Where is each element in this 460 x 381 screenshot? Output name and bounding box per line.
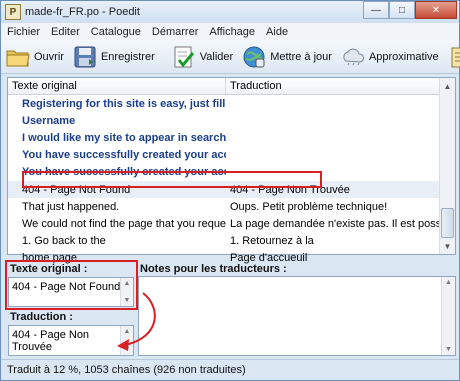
selected-row-highlight	[22, 171, 322, 188]
notes-scrollbar[interactable]: ▲ ▼	[441, 277, 455, 355]
scrollbar-thumb[interactable]	[441, 208, 454, 238]
list-row[interactable]: Username	[8, 112, 440, 129]
original-label: Texte original :	[10, 263, 88, 275]
comment-notepad-icon	[447, 44, 460, 70]
translation-text-value: 404 - Page Non Trouvée	[12, 329, 90, 353]
close-button[interactable]: ✕	[415, 1, 457, 19]
translation-text-scrollbar[interactable]: ▲ ▼	[120, 326, 133, 355]
open-folder-icon	[5, 44, 31, 70]
row-original: 1. Go back to the	[22, 235, 106, 248]
save-button[interactable]: Enregistrer	[68, 42, 159, 72]
update-globe-icon	[241, 44, 267, 70]
validate-button-label: Valider	[199, 50, 234, 63]
scroll-up-icon[interactable]: ▲	[124, 280, 131, 287]
menu-affichage[interactable]: Affichage	[209, 26, 255, 38]
window-controls: — □ ✕	[363, 1, 457, 19]
list-header: Texte original Traduction	[8, 78, 440, 95]
menu-aide[interactable]: Aide	[266, 26, 288, 38]
menu-demarrer[interactable]: Démarrer	[152, 26, 198, 38]
notes-label: Notes pour les traducteurs :	[140, 263, 287, 275]
scroll-down-icon[interactable]: ▼	[440, 238, 455, 254]
notes-text-box[interactable]: ▲ ▼	[138, 276, 456, 356]
scroll-down-icon[interactable]: ▼	[124, 297, 131, 304]
title-bar[interactable]: P made-fr_FR.po - Poedit — □ ✕	[1, 1, 459, 23]
poedit-window: P made-fr_FR.po - Poedit — □ ✕ Fichier E…	[0, 0, 460, 381]
scroll-up-icon[interactable]: ▲	[124, 328, 131, 335]
comment-button[interactable]	[443, 42, 460, 72]
list-row[interactable]: 1. Go back to the 1. Retournez à la	[8, 233, 440, 250]
row-original: Registering for this site is easy, just …	[22, 97, 226, 110]
row-original: I would like my site to appear in search…	[22, 131, 226, 144]
row-original: We could not find the page that you requ…	[22, 217, 226, 230]
row-original: Username	[22, 114, 76, 127]
minimize-button[interactable]: —	[363, 1, 389, 19]
row-original: You have successfully created your accou…	[22, 149, 226, 162]
save-disk-icon	[72, 44, 98, 70]
row-translation: La page demandée n'existe pas. Il est po…	[230, 217, 440, 230]
open-button[interactable]: Ouvrir	[1, 42, 68, 72]
list-scrollbar[interactable]: ▲ ▼	[439, 78, 455, 254]
toolbar: Ouvrir Enregistrer Valider Mettre à jour	[1, 40, 460, 74]
menu-fichier[interactable]: Fichier	[7, 26, 40, 38]
open-button-label: Ouvrir	[34, 50, 64, 63]
list-row[interactable]: Registering for this site is easy, just …	[8, 95, 440, 112]
column-header-original[interactable]: Texte original	[8, 78, 226, 94]
fuzzy-button[interactable]: Approximative	[336, 42, 443, 72]
original-text-scrollbar[interactable]: ▲ ▼	[120, 278, 133, 306]
menu-catalogue[interactable]: Catalogue	[91, 26, 141, 38]
translation-text-box[interactable]: 404 - Page Non Trouvée ▲ ▼	[8, 325, 134, 356]
scroll-down-icon[interactable]: ▼	[445, 346, 452, 353]
row-translation: Oups. Petit problème technique!	[230, 200, 388, 213]
update-button-label: Mettre à jour	[270, 50, 332, 63]
fuzzy-cloud-icon	[340, 44, 366, 70]
list-row[interactable]: We could not find the page that you requ…	[8, 215, 440, 232]
row-translation: 1. Retournez à la	[230, 235, 314, 248]
strings-list[interactable]: Texte original Traduction Registering fo…	[7, 77, 456, 264]
update-button[interactable]: Mettre à jour	[237, 42, 336, 72]
list-row[interactable]: I would like my site to appear in search…	[8, 129, 440, 146]
scroll-up-icon[interactable]: ▲	[440, 78, 455, 94]
fuzzy-button-label: Approximative	[368, 50, 439, 63]
scroll-down-icon[interactable]: ▼	[124, 346, 131, 353]
menu-bar: Fichier Editer Catalogue Démarrer Affich…	[1, 23, 459, 40]
validate-button[interactable]: Valider	[167, 42, 237, 72]
save-button-label: Enregistrer	[100, 50, 155, 63]
maximize-button[interactable]: □	[389, 1, 415, 19]
column-header-translation[interactable]: Traduction	[226, 78, 440, 94]
original-text-value: 404 - Page Not Found	[12, 281, 121, 293]
validate-check-icon	[171, 44, 197, 70]
list-row[interactable]: You have successfully created your accou…	[8, 147, 440, 164]
list-row[interactable]: That just happened. Oups. Petit problème …	[8, 198, 440, 215]
scroll-up-icon[interactable]: ▲	[445, 279, 452, 286]
translation-label: Traduction :	[10, 311, 73, 323]
window-title: made-fr_FR.po - Poedit	[25, 6, 140, 18]
status-bar: Traduit à 12 %, 1053 chaînes (926 non tr…	[1, 359, 459, 380]
row-original: That just happened.	[22, 200, 120, 213]
menu-editer[interactable]: Editer	[51, 26, 80, 38]
original-text-box[interactable]: 404 - Page Not Found ▲ ▼	[8, 277, 134, 307]
poedit-app-icon: P	[5, 4, 21, 20]
